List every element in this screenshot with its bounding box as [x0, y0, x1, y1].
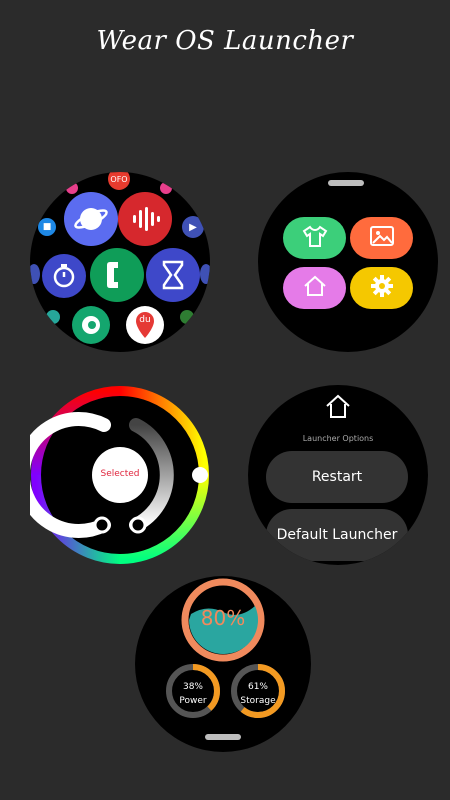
stopwatch-app-icon[interactable]	[42, 254, 86, 298]
restart-button[interactable]: Restart	[266, 451, 408, 503]
contact-app-icon[interactable]	[72, 306, 110, 344]
shirt-icon	[302, 225, 328, 251]
gear-icon	[370, 274, 394, 302]
top-handle[interactable]	[328, 180, 364, 186]
options-header: Launcher Options	[302, 434, 374, 443]
home-icon	[302, 275, 328, 301]
planet-app-icon[interactable]	[64, 192, 118, 246]
wallpaper-tile[interactable]	[350, 217, 413, 259]
chat-app-icon[interactable]: ■	[38, 218, 56, 236]
home-icon	[324, 393, 352, 423]
selected-label: Selected	[100, 469, 140, 479]
storage-label: Storage	[240, 696, 276, 706]
bottom-handle[interactable]	[205, 734, 241, 740]
settings-tile[interactable]	[350, 267, 413, 309]
small-app-icon[interactable]	[46, 310, 60, 324]
watch-launcher-options: Launcher Options Restart Default Launche…	[248, 385, 428, 565]
power-label: Power	[179, 696, 207, 706]
watch-color-picker: Selected	[15, 385, 210, 565]
default-launcher-button[interactable]: Default Launcher	[266, 509, 408, 561]
home-tile[interactable]	[283, 267, 346, 309]
picture-icon	[369, 225, 395, 251]
theme-tile[interactable]	[283, 217, 346, 259]
phone-app-icon[interactable]	[90, 248, 144, 302]
watch-status: 80% 38% Power 61% Storage	[135, 576, 311, 752]
main-percent: 80%	[200, 606, 246, 630]
sound-wave-app-icon[interactable]	[118, 192, 172, 246]
hourglass-app-icon[interactable]	[146, 248, 200, 302]
storage-value: 61%	[247, 682, 268, 692]
du-badge-text: du	[139, 315, 151, 325]
small-app-icon[interactable]	[200, 264, 210, 284]
ofo-label: OFO	[110, 174, 128, 184]
power-value: 38%	[182, 682, 203, 692]
small-app-icon[interactable]	[180, 310, 194, 324]
du-map-app-icon[interactable]: du	[126, 306, 164, 344]
small-app-icon[interactable]	[160, 182, 172, 194]
watch-app-grid: OFO ■ ▶ du	[30, 172, 210, 352]
small-app-icon[interactable]	[30, 264, 40, 284]
watch-settings-tiles	[258, 172, 438, 352]
small-app-icon[interactable]	[66, 182, 78, 194]
app-title: Wear OS Launcher	[96, 26, 354, 56]
play-app-icon[interactable]: ▶	[182, 216, 204, 238]
ofo-app-icon[interactable]: OFO	[108, 172, 130, 190]
